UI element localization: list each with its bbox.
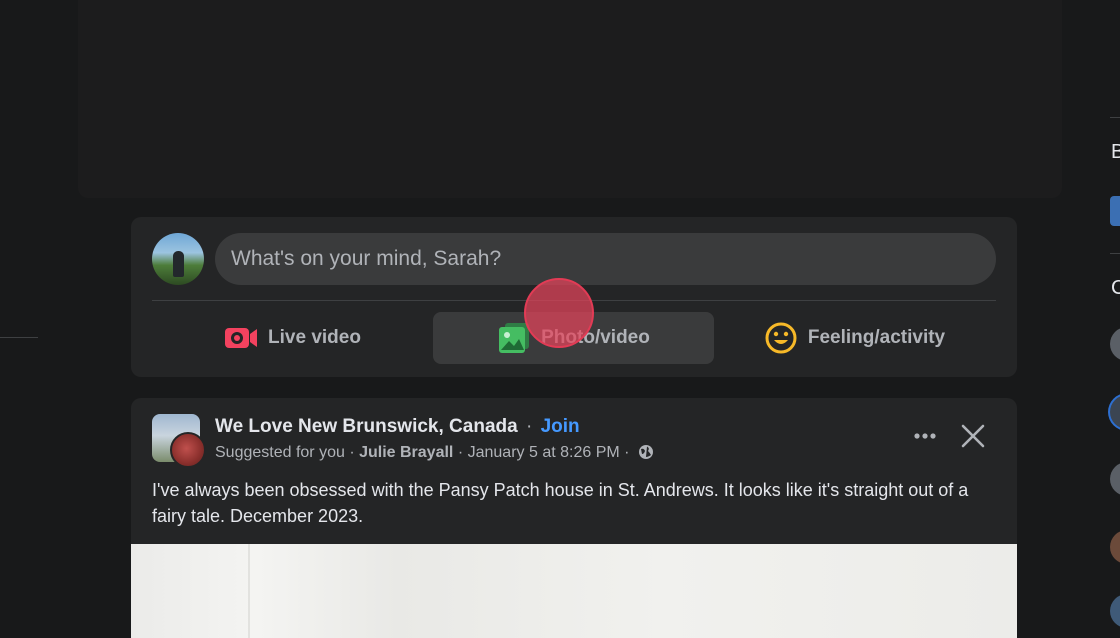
contact-avatar[interactable] <box>1110 395 1120 429</box>
stories-area <box>78 0 1062 198</box>
feeling-activity-icon <box>765 322 797 354</box>
group-thumbnail[interactable] <box>152 414 206 468</box>
left-sidebar-divider <box>0 337 38 338</box>
composer-divider <box>152 300 996 301</box>
photo-video-label: Photo/video <box>541 327 650 348</box>
feed-post: We Love New Brunswick, Canada · Join Sug… <box>131 398 1017 638</box>
post-header: We Love New Brunswick, Canada · Join Sug… <box>215 414 654 466</box>
right-sidebar-heading: C <box>1111 277 1120 299</box>
right-sidebar: B C <box>1108 0 1120 628</box>
contact-avatar[interactable] <box>1110 327 1120 361</box>
post-title: We Love New Brunswick, Canada · Join <box>215 414 654 440</box>
join-group-link[interactable]: Join <box>541 416 580 437</box>
globe-icon <box>638 445 653 459</box>
right-sidebar-divider <box>1110 117 1120 118</box>
close-icon[interactable] <box>959 422 987 450</box>
post-meta: Suggested for you · Julie Brayall · Janu… <box>215 440 654 466</box>
photo-video-icon <box>499 323 530 353</box>
whats-on-your-mind-input[interactable]: What's on your mind, Sarah? <box>215 233 996 285</box>
live-video-icon <box>225 328 258 348</box>
post-image[interactable] <box>131 544 1017 638</box>
post-body-text: I've always been obsessed with the Pansy… <box>152 480 969 526</box>
contact-avatar[interactable] <box>1110 530 1120 564</box>
author-avatar[interactable] <box>170 432 206 468</box>
feeling-activity-label: Feeling/activity <box>807 327 946 348</box>
title-separator: · <box>525 416 533 437</box>
live-video-button[interactable]: Live video <box>152 312 433 364</box>
photo-video-button[interactable]: Photo/video <box>433 312 714 364</box>
contact-avatar[interactable] <box>1110 462 1120 496</box>
post-date-link[interactable]: · January 5 at 8:26 PM · <box>458 444 630 461</box>
suggested-label: Suggested for you · <box>215 444 355 461</box>
contact-avatar[interactable] <box>1110 594 1120 628</box>
more-options-icon[interactable] <box>911 422 939 450</box>
user-avatar[interactable] <box>152 233 204 285</box>
live-video-label: Live video <box>268 327 361 348</box>
right-sidebar-item-icon[interactable] <box>1110 196 1120 226</box>
right-sidebar-heading: B <box>1111 141 1120 163</box>
author-name-link[interactable]: Julie Brayall <box>359 444 453 461</box>
right-sidebar-divider <box>1110 253 1120 254</box>
feeling-activity-button[interactable]: Feeling/activity <box>714 312 995 364</box>
post-composer: What's on your mind, Sarah? Live video P… <box>131 217 1017 377</box>
group-name-link[interactable]: We Love New Brunswick, Canada <box>215 416 518 437</box>
